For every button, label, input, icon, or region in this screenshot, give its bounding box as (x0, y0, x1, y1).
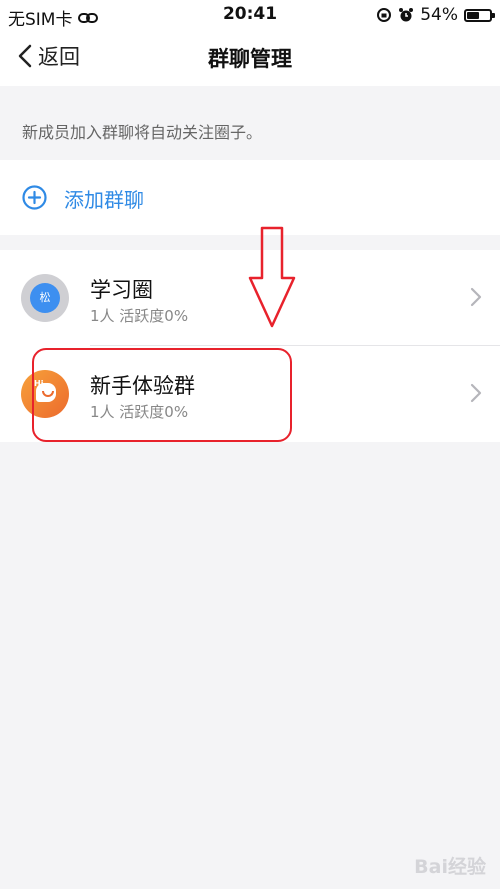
avatar-text: 松 (30, 283, 60, 313)
battery-text: 54% (420, 5, 458, 25)
avatar: 松 (21, 274, 69, 322)
annotation-highlight-box (32, 348, 292, 442)
chevron-right-icon (470, 287, 482, 307)
rotation-lock-icon (377, 8, 392, 22)
group-name: 学习圈 (90, 278, 153, 302)
tip-section: 新成员加入群聊将自动关注圈子。 (0, 86, 500, 160)
status-right: 54% (376, 5, 495, 25)
plus-circle-icon (22, 185, 47, 210)
status-bar: 无SIM卡 20:41 54% (0, 0, 500, 30)
tip-text: 新成员加入群聊将自动关注圈子。 (22, 123, 263, 142)
navigation-bar: 返回 群聊管理 (0, 30, 500, 86)
battery-icon (464, 8, 495, 22)
page-title: 群聊管理 (208, 47, 292, 71)
add-group-label: 添加群聊 (64, 188, 144, 212)
alarm-icon (399, 8, 414, 22)
watermark: Bai经验 (414, 856, 486, 878)
annotation-arrow-down-icon (248, 226, 296, 328)
group-meta: 1人 活跃度0% (90, 307, 189, 325)
add-group-button[interactable]: 添加群聊 (0, 160, 500, 235)
chevron-right-icon (470, 383, 482, 403)
